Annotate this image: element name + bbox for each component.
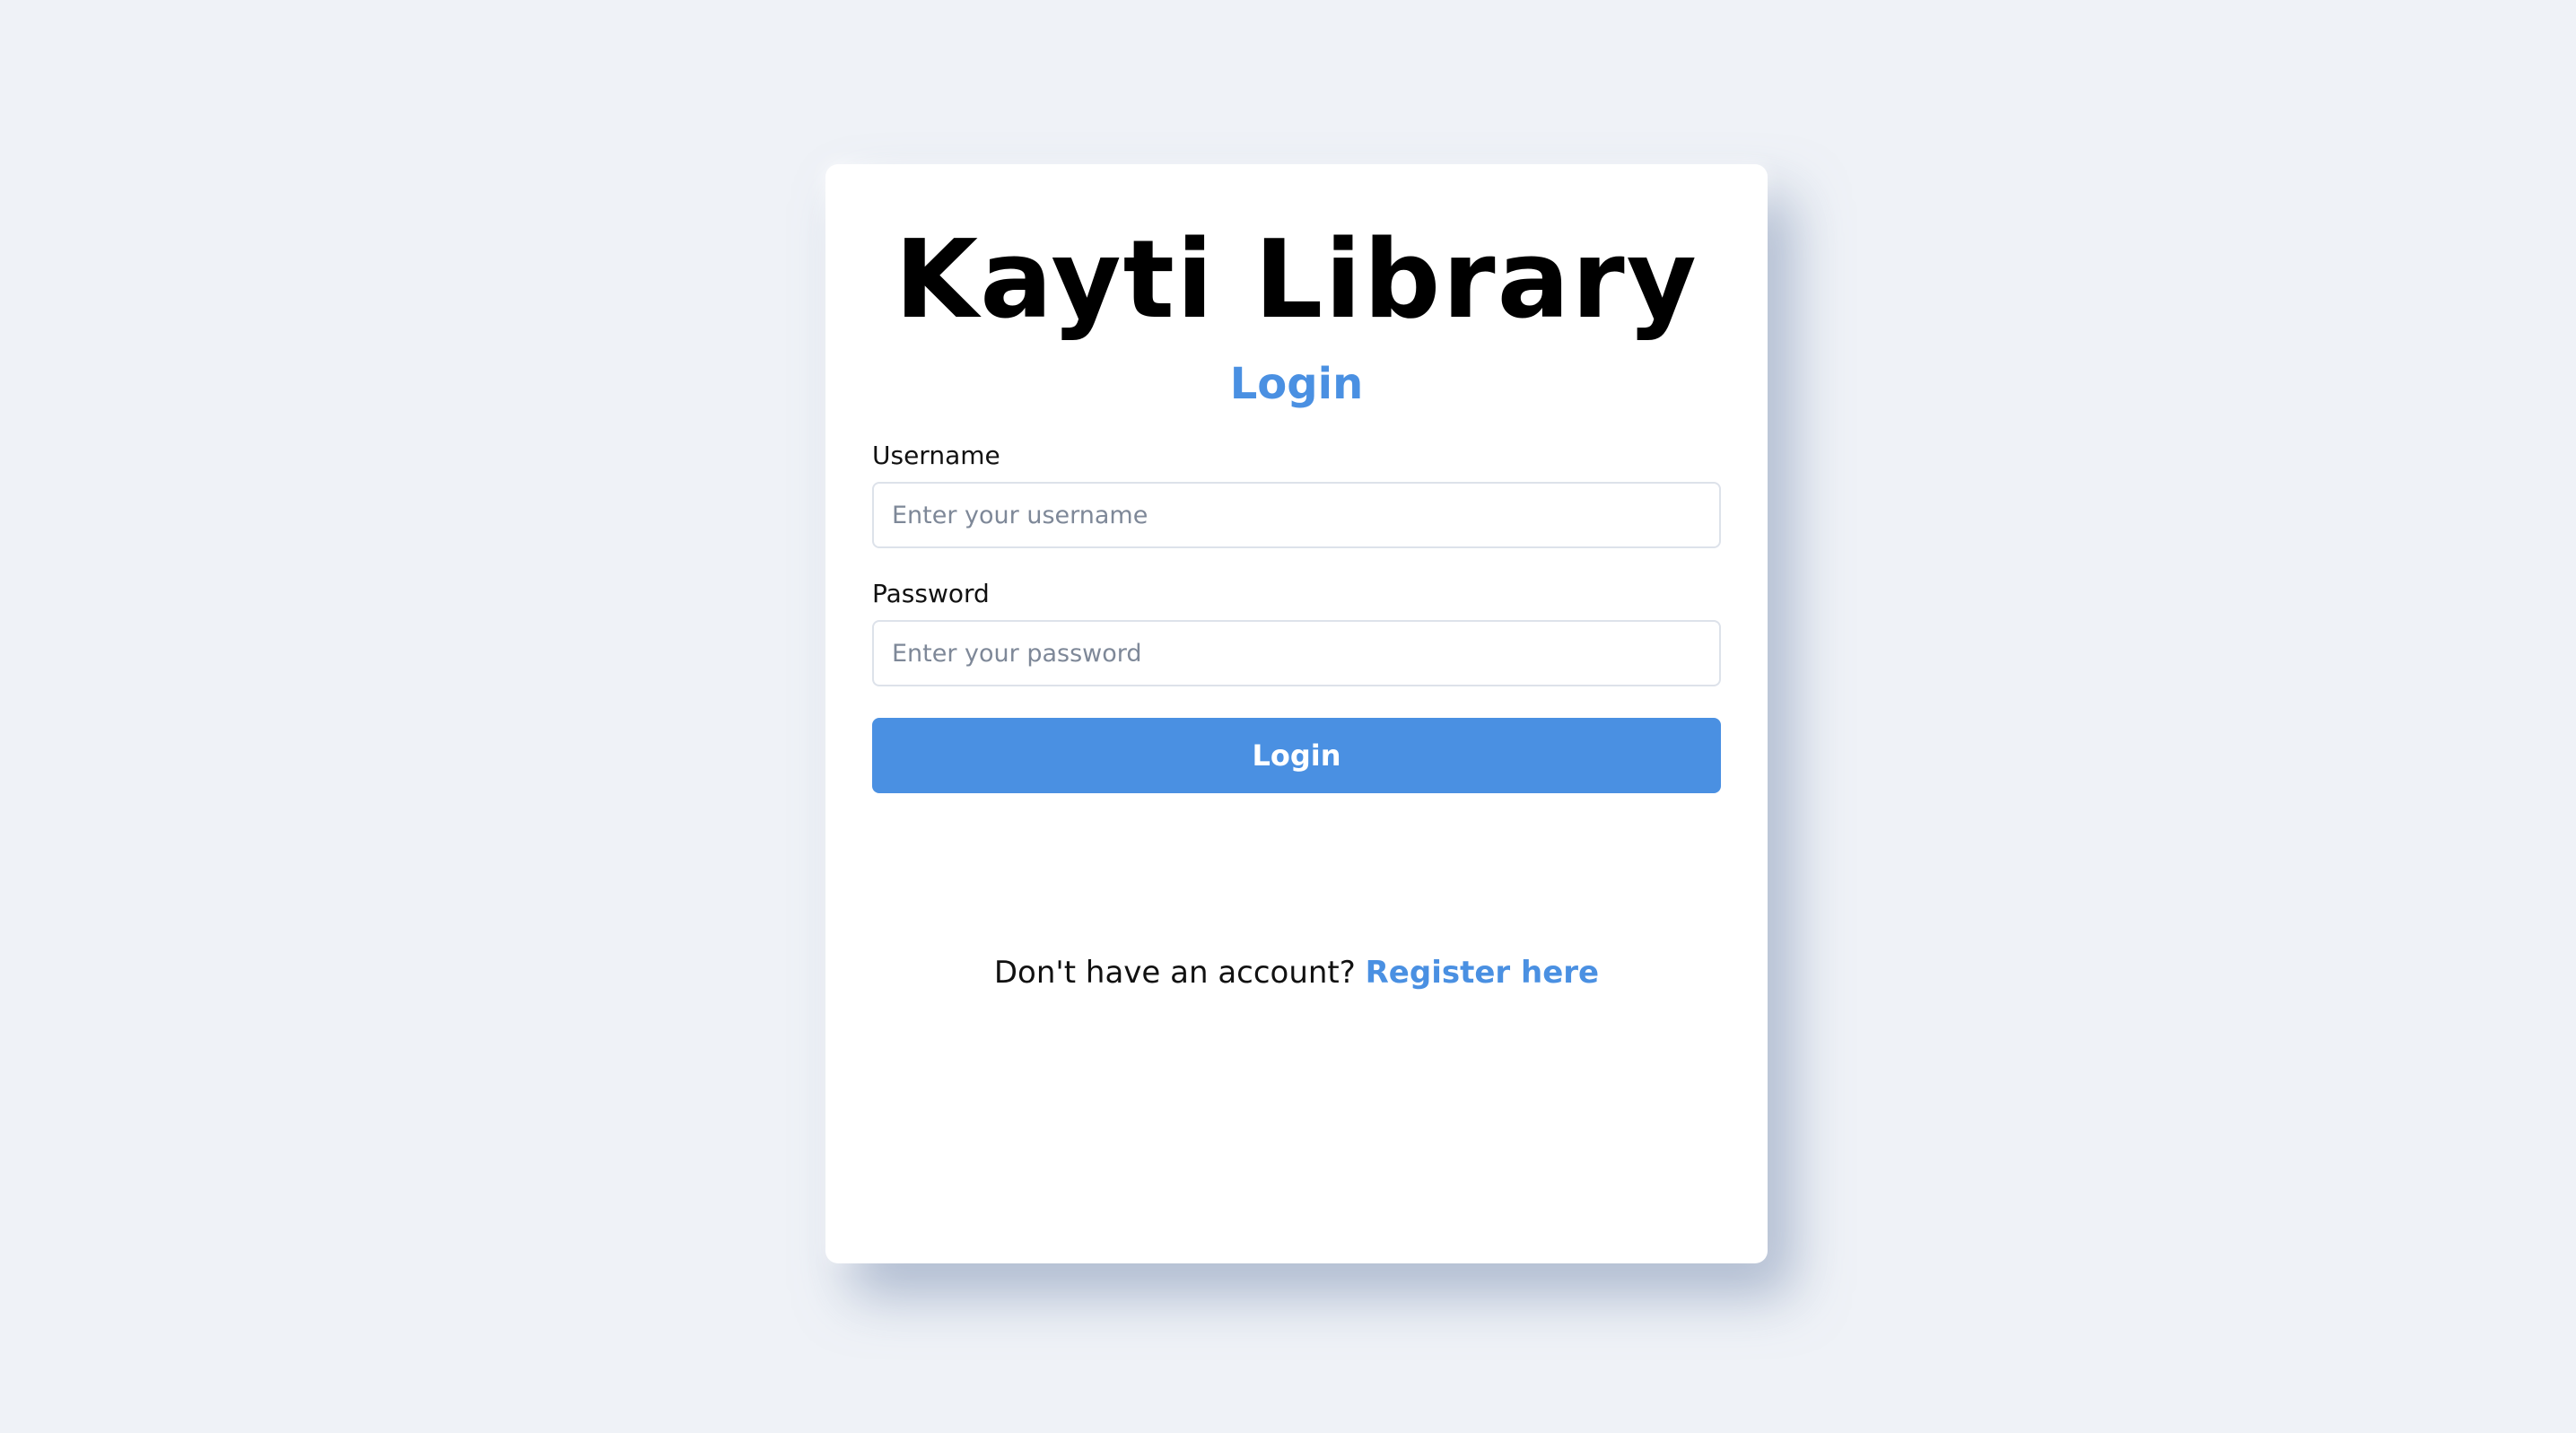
login-card: Kayti Library Login Username Password Lo… (825, 164, 1768, 1263)
password-label: Password (872, 579, 990, 608)
app-title: Kayti Library (895, 218, 1698, 343)
register-prompt-text: Don't have an account? (993, 955, 1356, 991)
page-subtitle: Login (1229, 359, 1364, 409)
register-link[interactable]: Register here (1366, 955, 1599, 991)
login-button[interactable]: Login (872, 718, 1721, 793)
register-prompt: Don't have an account? Register here (825, 950, 1768, 995)
password-input[interactable] (872, 620, 1721, 686)
username-label: Username (872, 441, 1000, 470)
username-input[interactable] (872, 482, 1721, 548)
